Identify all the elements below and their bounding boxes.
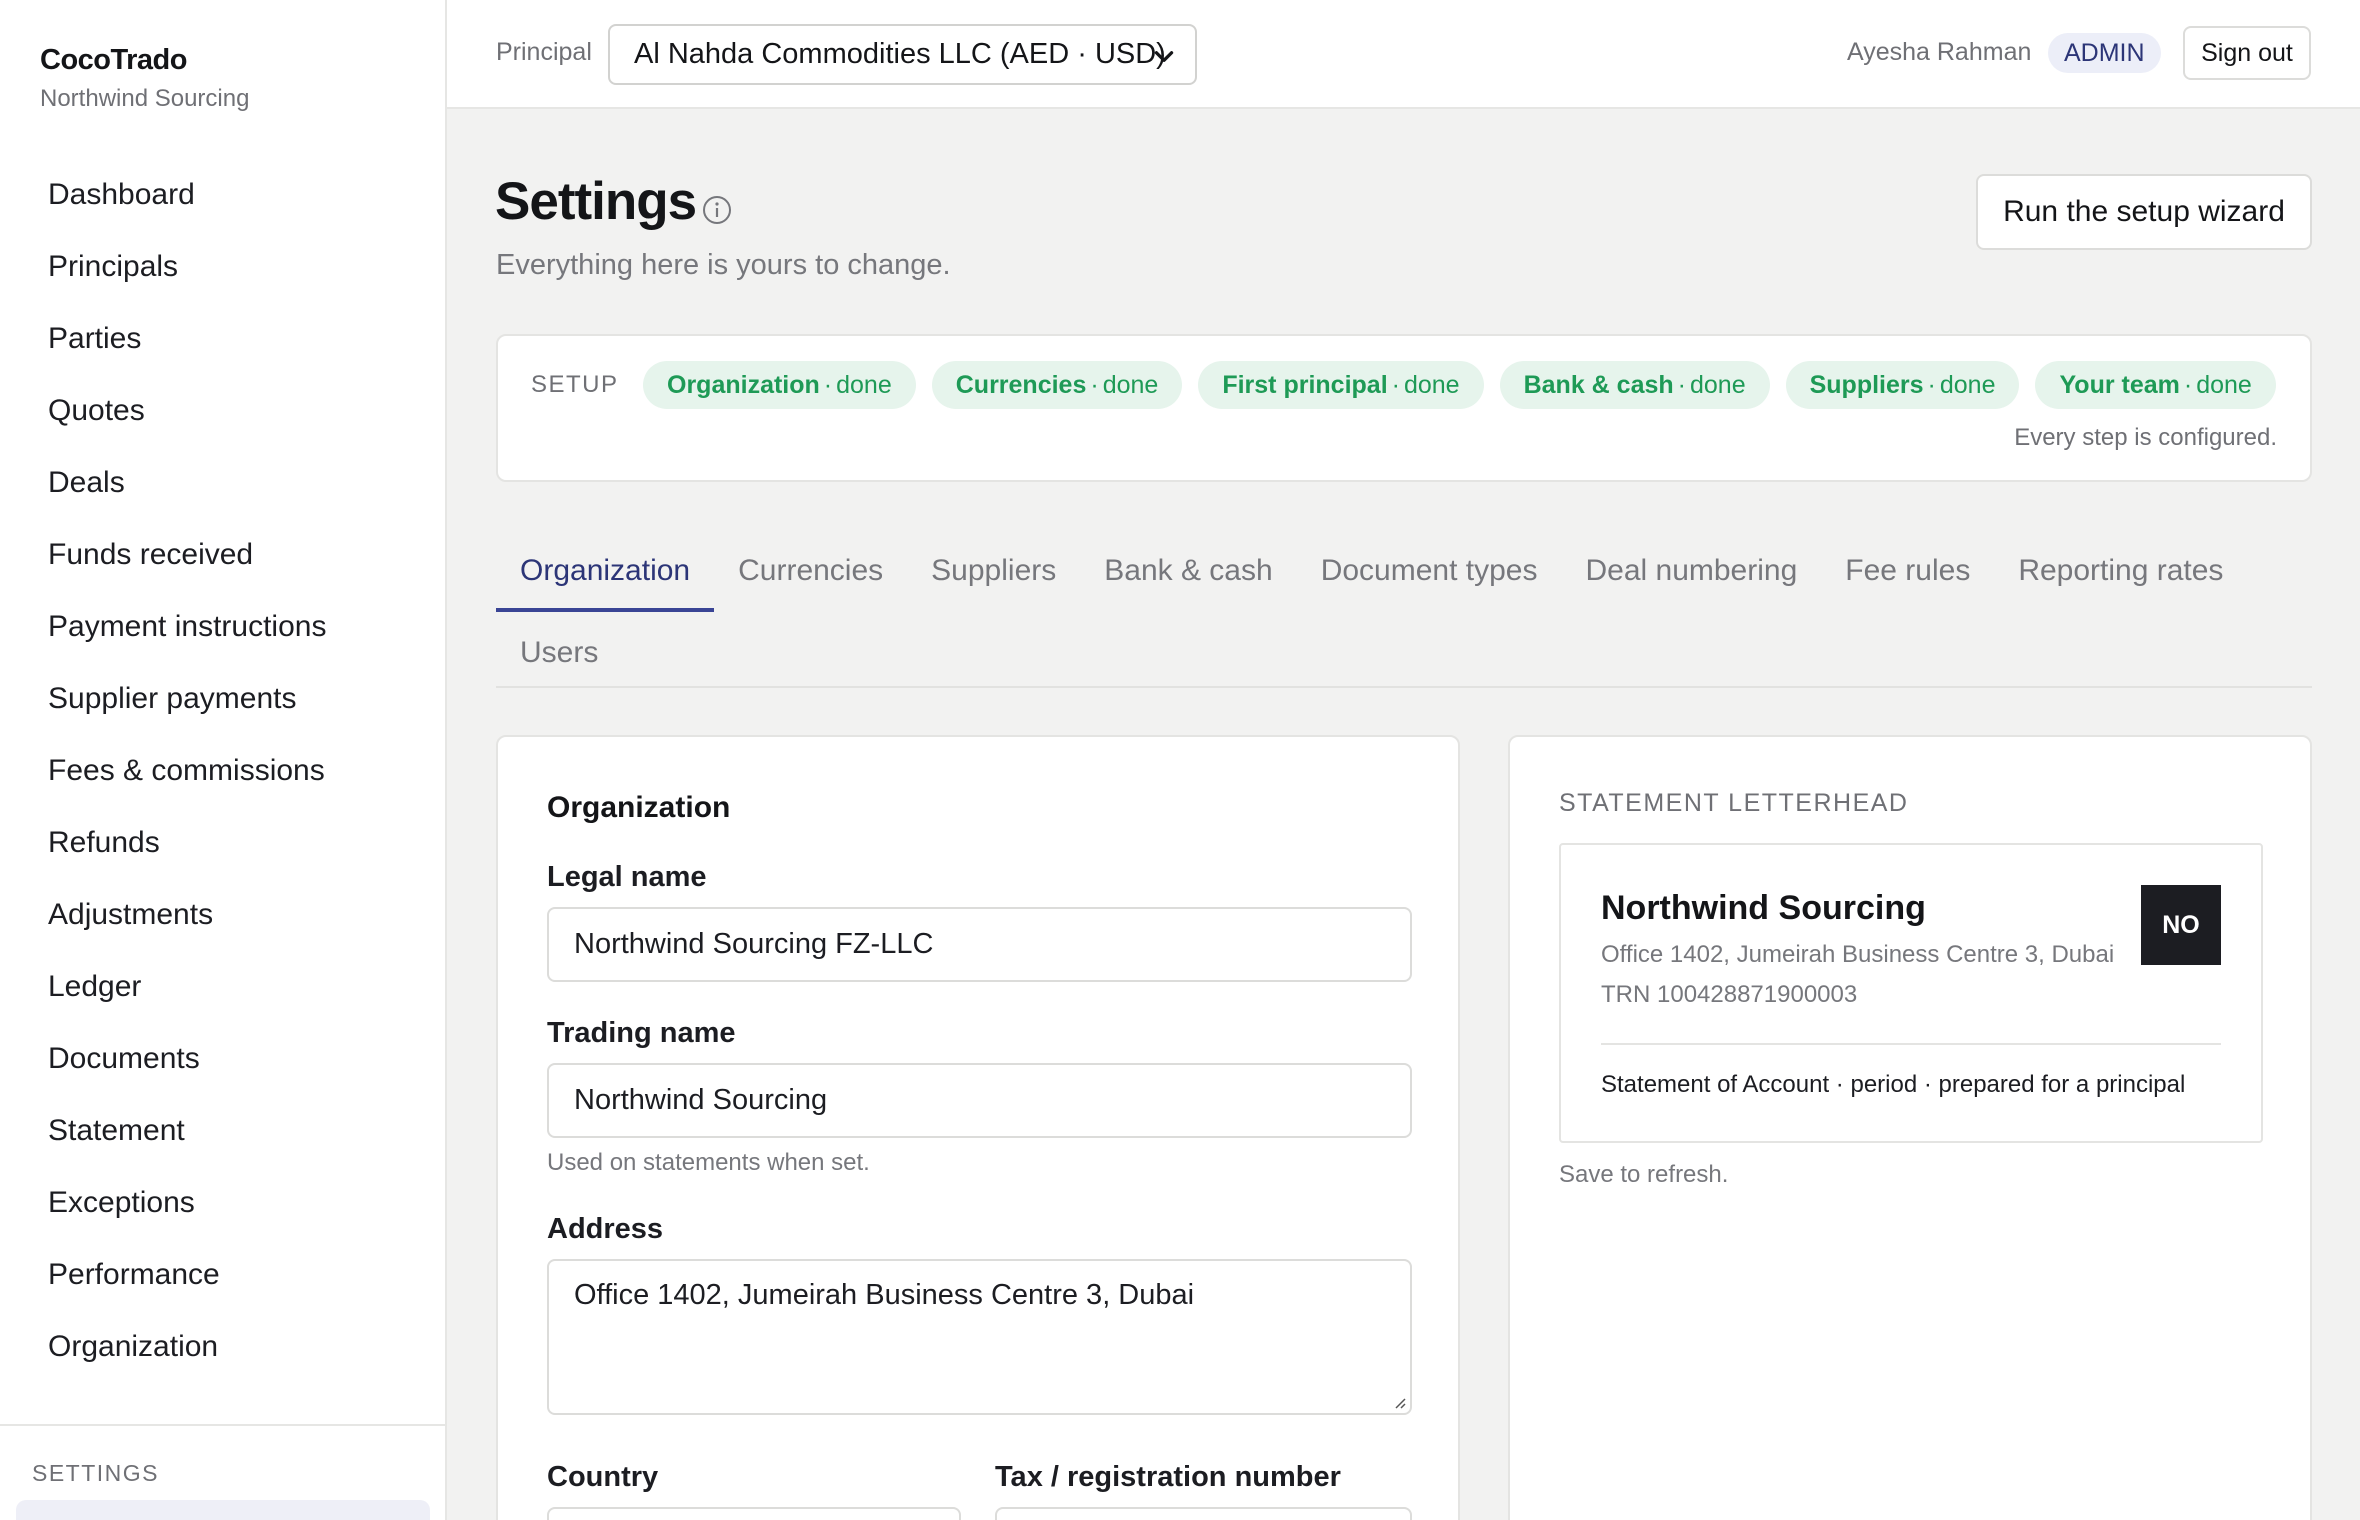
trading-name-hint: Used on statements when set. [547, 1149, 870, 1176]
setup-step-status: done [1689, 370, 1746, 399]
letterhead-note: Save to refresh. [1559, 1161, 1729, 1188]
sidebar-nav: Dashboard Principals Parties Quotes Deal… [0, 159, 445, 1383]
sidebar-item-deals[interactable]: Deals [0, 447, 445, 519]
sidebar-item-fees-commissions[interactable]: Fees & commissions [0, 735, 445, 807]
chevron-down-icon [1154, 51, 1174, 62]
sidebar-item-dashboard[interactable]: Dashboard [0, 159, 445, 231]
setup-label: SETUP [531, 371, 619, 398]
setup-step-name: Bank & cash [1523, 370, 1674, 399]
organization-card-title: Organization [547, 791, 731, 824]
legal-name-label: Legal name [547, 861, 707, 893]
setup-step-status: done [2196, 370, 2252, 399]
address-value: Office 1402, Jumeirah Business Centre 3,… [574, 1279, 1195, 1311]
workspace-name: Northwind Sourcing [40, 85, 250, 112]
letterhead-caption: Statement of Account · period · prepared… [1601, 1071, 2186, 1098]
sidebar-item-parties[interactable]: Parties [0, 303, 445, 375]
sidebar-item-documents[interactable]: Documents [0, 1023, 445, 1095]
sidebar-item-funds-received[interactable]: Funds received [0, 519, 445, 591]
principal-select-value: Al Nahda Commodities LLC (AED · USD) [634, 38, 1166, 70]
principal-select[interactable]: Al Nahda Commodities LLC (AED · USD) [608, 24, 1197, 85]
sidebar-item-performance[interactable]: Performance [0, 1239, 445, 1311]
sign-out-button[interactable]: Sign out [2183, 26, 2311, 80]
tax-number-input[interactable] [995, 1507, 1412, 1520]
letterhead-label: STATEMENT LETTERHEAD [1559, 789, 1909, 817]
setup-step-name: Currencies [955, 370, 1087, 399]
resize-grip-icon[interactable] [1390, 1393, 1406, 1409]
address-label: Address [547, 1213, 664, 1245]
sidebar-item-refunds[interactable]: Refunds [0, 807, 445, 879]
country-label: Country [547, 1461, 659, 1493]
setup-step-name: Suppliers [1809, 370, 1924, 399]
setup-step-status: done [1102, 370, 1159, 399]
sidebar-section-settings: SETTINGS [32, 1460, 160, 1486]
sidebar-item-payment-instructions[interactable]: Payment instructions [0, 591, 445, 663]
setup-step-first-principal[interactable]: First principal · done [1198, 361, 1484, 409]
sidebar-item-adjustments[interactable]: Adjustments [0, 879, 445, 951]
setup-status-card: SETUP Organization · done Currencies · done … [496, 334, 2312, 482]
setup-note: Every step is configured. [2014, 424, 2277, 451]
sidebar-item-exceptions[interactable]: Exceptions [0, 1167, 445, 1239]
page-title: Settings [495, 172, 697, 231]
sidebar-item-ledger[interactable]: Ledger [0, 951, 445, 1023]
topbar: Principal Al Nahda Commodities LLC (AED … [447, 0, 2360, 109]
tab-document-types[interactable]: Document types [1297, 536, 1562, 606]
letterhead-card: STATEMENT LETTERHEAD Northwind Sourcing … [1508, 735, 2312, 1520]
tab-users[interactable]: Users [496, 618, 622, 688]
setup-step-bank-cash[interactable]: Bank & cash · done [1499, 361, 1770, 409]
tab-suppliers[interactable]: Suppliers [907, 536, 1080, 606]
sidebar-item-supplier-payments[interactable]: Supplier payments [0, 663, 445, 735]
tabs-divider [496, 686, 2312, 688]
tab-organization[interactable]: Organization [496, 536, 715, 612]
trading-name-label: Trading name [547, 1017, 736, 1049]
setup-step-status: done [1939, 370, 1996, 399]
sidebar-item-settings-active[interactable] [16, 1500, 430, 1520]
role-badge: ADMIN [2048, 33, 2161, 73]
principal-label: Principal [496, 38, 592, 66]
trading-name-input[interactable]: Northwind Sourcing [547, 1063, 1412, 1138]
sidebar-item-quotes[interactable]: Quotes [0, 375, 445, 447]
letterhead-preview: Northwind Sourcing Office 1402, Jumeirah… [1559, 843, 2263, 1143]
tab-deal-numbering[interactable]: Deal numbering [1561, 536, 1821, 606]
tab-bank-cash[interactable]: Bank & cash [1080, 536, 1296, 606]
setup-step-name: Organization [667, 370, 820, 399]
setup-steps: Organization · done Currencies · done First … [643, 361, 2276, 409]
letterhead-logo: NO [2141, 885, 2221, 965]
letterhead-address: Office 1402, Jumeirah Business Centre 3,… [1601, 941, 2115, 968]
country-select[interactable] [547, 1507, 961, 1520]
settings-tabs: Organization Currencies Suppliers Bank &… [496, 536, 2312, 688]
organization-form-card: Organization Legal name Northwind Sourci… [496, 735, 1460, 1520]
tab-currencies[interactable]: Currencies [714, 536, 907, 606]
brand-name: CocoTrado [40, 44, 187, 76]
setup-step-currencies[interactable]: Currencies · done [931, 361, 1183, 409]
page-subtitle: Everything here is yours to change. [496, 249, 951, 281]
letterhead-trn: TRN 100428871900003 [1601, 981, 1858, 1008]
setup-step-status: done [1403, 370, 1460, 399]
legal-name-input[interactable]: Northwind Sourcing FZ-LLC [547, 907, 1412, 982]
setup-step-status: done [836, 370, 892, 399]
sidebar: CocoTrado Northwind Sourcing Dashboard P… [0, 0, 447, 1520]
sidebar-item-principals[interactable]: Principals [0, 231, 445, 303]
setup-step-name: First principal [1222, 370, 1388, 399]
setup-step-name: Your team [2059, 370, 2180, 399]
letterhead-divider [1601, 1043, 2221, 1045]
letterhead-name: Northwind Sourcing [1601, 889, 1926, 927]
tax-number-label: Tax / registration number [995, 1461, 1341, 1493]
tab-reporting-rates[interactable]: Reporting rates [1994, 536, 2247, 606]
setup-step-organization[interactable]: Organization · done [643, 361, 916, 409]
sidebar-item-organization[interactable]: Organization [0, 1311, 445, 1383]
user-name: Ayesha Rahman [1847, 38, 2032, 66]
sidebar-item-statement[interactable]: Statement [0, 1095, 445, 1167]
info-icon[interactable] [700, 193, 734, 227]
address-textarea[interactable]: Office 1402, Jumeirah Business Centre 3,… [547, 1259, 1412, 1415]
brand: CocoTrado Northwind Sourcing [40, 44, 249, 113]
sidebar-divider [0, 1424, 445, 1426]
tab-fee-rules[interactable]: Fee rules [1821, 536, 1994, 606]
setup-step-suppliers[interactable]: Suppliers · done [1785, 361, 2020, 409]
run-setup-wizard-button[interactable]: Run the setup wizard [1976, 174, 2312, 250]
setup-step-your-team[interactable]: Your team · done [2035, 361, 2276, 409]
